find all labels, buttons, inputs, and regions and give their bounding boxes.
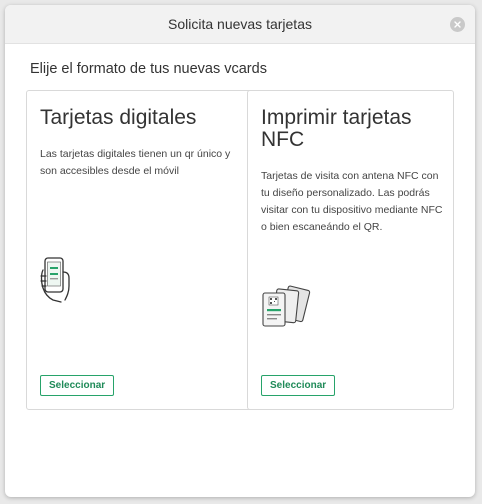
modal-header: Solicita nuevas tarjetas xyxy=(5,5,475,44)
select-nfc-cards-button[interactable]: Seleccionar xyxy=(261,375,336,396)
digital-cards-description: Las tarjetas digitales tienen un qr únic… xyxy=(40,148,231,177)
close-button[interactable] xyxy=(450,17,465,32)
digital-cards-title: Tarjetas digitales xyxy=(40,106,197,129)
digital-cards-option: Tarjetas digitales Las tarjetas digitale… xyxy=(26,90,260,410)
nfc-cards-title: Imprimir tarjetas NFC xyxy=(261,106,412,151)
nfc-cards-icon xyxy=(262,285,311,327)
format-prompt: Elije el formato de tus nuevas vcards xyxy=(30,61,267,77)
select-digital-cards-button[interactable]: Seleccionar xyxy=(40,375,115,396)
close-icon xyxy=(454,21,461,28)
nfc-cards-description: Tarjetas de visita con antena NFC con tu… xyxy=(261,170,443,233)
hand-holding-phone-icon xyxy=(40,257,70,303)
request-cards-modal: Solicita nuevas tarjetas Elije el format… xyxy=(5,5,475,497)
nfc-cards-option: Imprimir tarjetas NFC Tarjetas de visita… xyxy=(247,90,454,410)
modal-title: Solicita nuevas tarjetas xyxy=(168,16,312,32)
